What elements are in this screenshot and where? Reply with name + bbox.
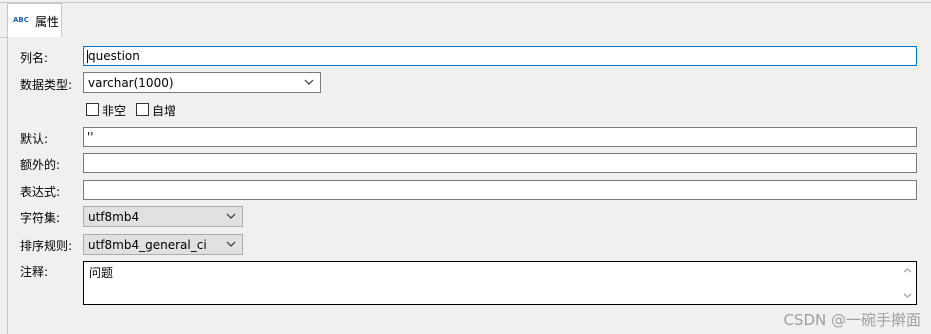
extra-label: 额外的: <box>20 158 61 172</box>
chevron-down-icon <box>226 213 236 219</box>
collation-label: 排序规则: <box>20 239 73 253</box>
default-input[interactable]: '' <box>83 127 917 147</box>
data-type-value: varchar(1000) <box>88 76 174 90</box>
charset-value: utf8mb4 <box>88 210 140 224</box>
abc-icon: ABC <box>13 16 29 24</box>
auto-increment-label: 自增 <box>152 104 177 118</box>
column-name-label: 列名: <box>20 51 49 65</box>
not-null-checkbox[interactable] <box>86 103 99 116</box>
charset-select[interactable]: utf8mb4 <box>83 206 243 227</box>
tab-properties-label: 属性 <box>35 15 60 29</box>
default-label: 默认: <box>20 132 49 146</box>
comment-label: 注释: <box>20 265 49 279</box>
expression-input[interactable] <box>83 180 917 200</box>
collation-value: utf8mb4_general_ci <box>88 238 207 252</box>
data-type-select[interactable]: varchar(1000) <box>83 72 321 93</box>
comment-scrollbar[interactable] <box>900 263 915 303</box>
column-name-value: question <box>88 49 140 63</box>
chevron-down-icon <box>226 241 236 247</box>
tab-properties[interactable]: ABC 属性 <box>7 3 62 37</box>
scroll-down-icon[interactable] <box>903 292 912 299</box>
expression-label: 表达式: <box>20 185 61 199</box>
chevron-down-icon <box>304 79 314 85</box>
default-value: '' <box>87 130 94 144</box>
charset-label: 字符集: <box>20 211 61 225</box>
column-name-input[interactable]: question <box>83 46 917 66</box>
comment-value: 问题 <box>89 266 114 280</box>
comment-textarea[interactable]: 问题 <box>83 261 917 305</box>
data-type-label: 数据类型: <box>20 78 73 92</box>
not-null-label: 非空 <box>102 104 127 118</box>
collation-select[interactable]: utf8mb4_general_ci <box>83 234 243 255</box>
auto-increment-checkbox[interactable] <box>136 103 149 116</box>
watermark: CSDN @一碗手擀面 <box>783 311 921 329</box>
tab-strip-border <box>0 2 931 3</box>
scroll-up-icon[interactable] <box>903 267 912 274</box>
extra-input[interactable] <box>83 153 917 173</box>
tab-strip: ABC 属性 <box>0 0 931 38</box>
